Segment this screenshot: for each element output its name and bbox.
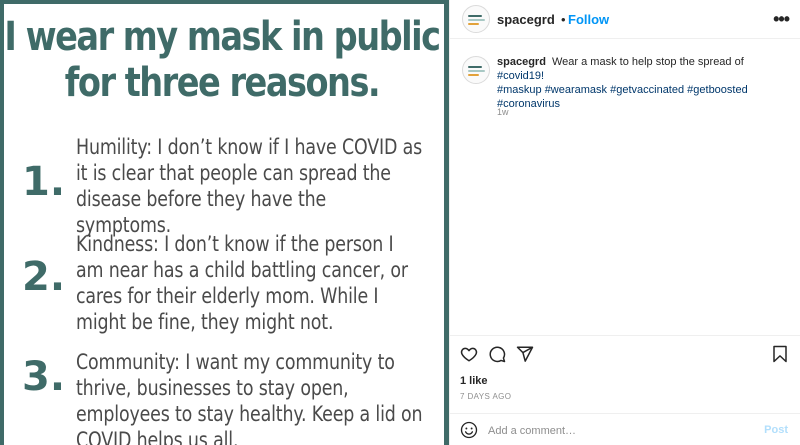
reason-text: Community: I want my community to thrive… <box>76 350 423 445</box>
follow-button[interactable]: Follow <box>568 12 609 27</box>
emoji-icon[interactable] <box>460 421 478 444</box>
post-side-panel: spacegrd • Follow ••• spacegrd Wear a ma… <box>449 0 800 445</box>
post-date: 7 DAYS AGO <box>460 392 512 401</box>
reason-number: 3. <box>22 354 66 400</box>
share-icon[interactable] <box>516 345 534 368</box>
like-count[interactable]: 1 like <box>460 375 488 387</box>
post-headline: I wear my mask in public for three reaso… <box>4 14 441 106</box>
caption-text: Wear a mask to help stop the spread of <box>551 56 744 68</box>
comment-icon[interactable] <box>488 345 506 368</box>
reason-text: Humility: I don’t know if I have COVID a… <box>76 135 423 237</box>
hashtag-link[interactable]: #maskup #wearamask #getvaccinated #getbo… <box>497 84 748 96</box>
caption-username[interactable]: spacegrd <box>497 56 546 68</box>
bookmark-icon[interactable] <box>772 345 788 368</box>
hashtag-link[interactable]: #covid19! <box>497 70 544 82</box>
avatar[interactable] <box>462 5 490 33</box>
post-header: spacegrd • Follow ••• <box>450 0 800 39</box>
more-options-icon[interactable]: ••• <box>773 9 790 30</box>
comment-input[interactable] <box>488 422 748 440</box>
post-caption: spacegrd Wear a mask to help stop the sp… <box>497 55 787 111</box>
divider <box>450 335 800 336</box>
divider <box>450 413 800 414</box>
caption-age[interactable]: 1w <box>497 107 509 117</box>
reason-text: Kindness: I don’t know if the person I a… <box>76 232 408 334</box>
separator-dot: • <box>561 12 566 27</box>
header-username[interactable]: spacegrd <box>497 12 555 27</box>
caption-avatar[interactable] <box>462 56 490 84</box>
reason-number: 2. <box>22 254 66 300</box>
heart-icon[interactable] <box>460 345 478 368</box>
post-image: I wear my mask in public for three reaso… <box>0 0 449 445</box>
post-comment-button[interactable]: Post <box>764 424 788 436</box>
reason-number: 1. <box>22 159 66 205</box>
